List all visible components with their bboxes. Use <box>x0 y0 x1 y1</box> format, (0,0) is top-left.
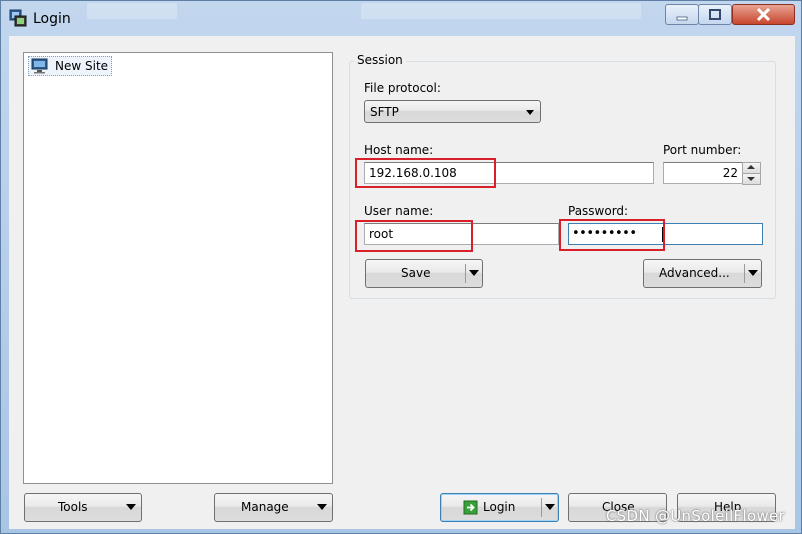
password-field[interactable]: ••••••••• <box>568 223 763 245</box>
site-tree[interactable]: New Site <box>23 52 333 484</box>
watermark: CSDN @UnSoleilFlower <box>605 507 785 525</box>
user-name-label: User name: <box>364 204 434 218</box>
port-number-input[interactable] <box>664 163 742 183</box>
host-name-field[interactable] <box>364 162 654 184</box>
background-window-ghost <box>361 3 641 19</box>
tree-item-label: New Site <box>55 59 109 73</box>
window-title: Login <box>33 11 71 27</box>
chevron-down-icon <box>748 270 758 276</box>
save-button[interactable]: Save <box>365 259 483 288</box>
dropdown-separator <box>541 498 542 517</box>
spin-down-button[interactable] <box>742 173 761 185</box>
save-button-label: Save <box>401 266 431 280</box>
chevron-down-icon <box>526 110 534 115</box>
port-number-label: Port number: <box>663 143 742 157</box>
tree-item-new-site[interactable]: New Site <box>28 56 113 76</box>
host-name-input[interactable] <box>365 163 653 183</box>
user-name-field[interactable] <box>364 223 559 245</box>
dropdown-separator <box>744 264 745 283</box>
host-name-label: Host name: <box>364 143 434 157</box>
minimize-button[interactable] <box>665 4 699 25</box>
tools-button-label: Tools <box>58 500 88 514</box>
minimize-icon <box>676 16 688 21</box>
advanced-button[interactable]: Advanced... <box>643 259 762 288</box>
winscp-app-icon <box>9 9 27 27</box>
monitor-icon <box>31 58 48 74</box>
chevron-down-icon <box>545 504 555 510</box>
user-name-input[interactable] <box>365 224 558 244</box>
login-window: Login New Site Session File protocol: SF… <box>0 0 802 534</box>
arrow-up-icon <box>747 165 755 169</box>
chevron-down-icon <box>317 504 327 510</box>
title-bar[interactable]: Login <box>1 1 801 35</box>
close-icon <box>756 7 771 22</box>
advanced-button-label: Advanced... <box>659 266 730 280</box>
chevron-down-icon <box>469 270 479 276</box>
file-protocol-select[interactable]: SFTP <box>364 100 541 123</box>
manage-button-label: Manage <box>241 500 289 514</box>
login-button[interactable]: Login <box>440 493 559 522</box>
background-taskbar-ghost <box>87 3 177 19</box>
login-button-label: Login <box>483 500 516 514</box>
manage-button[interactable]: Manage <box>214 493 333 522</box>
file-protocol-value: SFTP <box>370 105 399 119</box>
password-label: Password: <box>568 204 629 218</box>
maximize-icon <box>709 9 721 20</box>
close-window-button[interactable] <box>732 4 795 25</box>
login-icon <box>463 500 478 515</box>
arrow-down-icon <box>747 177 755 181</box>
tools-button[interactable]: Tools <box>24 493 142 522</box>
password-dots: ••••••••• <box>572 226 637 241</box>
port-number-field[interactable] <box>663 162 743 184</box>
dropdown-separator <box>465 264 466 283</box>
chevron-down-icon <box>126 504 136 510</box>
session-group-label: Session <box>354 53 406 67</box>
maximize-button[interactable] <box>698 4 732 25</box>
dialog-client: New Site Session File protocol: SFTP Hos… <box>9 36 795 529</box>
text-caret <box>662 227 663 242</box>
file-protocol-label: File protocol: <box>364 81 441 95</box>
port-spinner[interactable] <box>742 162 761 185</box>
